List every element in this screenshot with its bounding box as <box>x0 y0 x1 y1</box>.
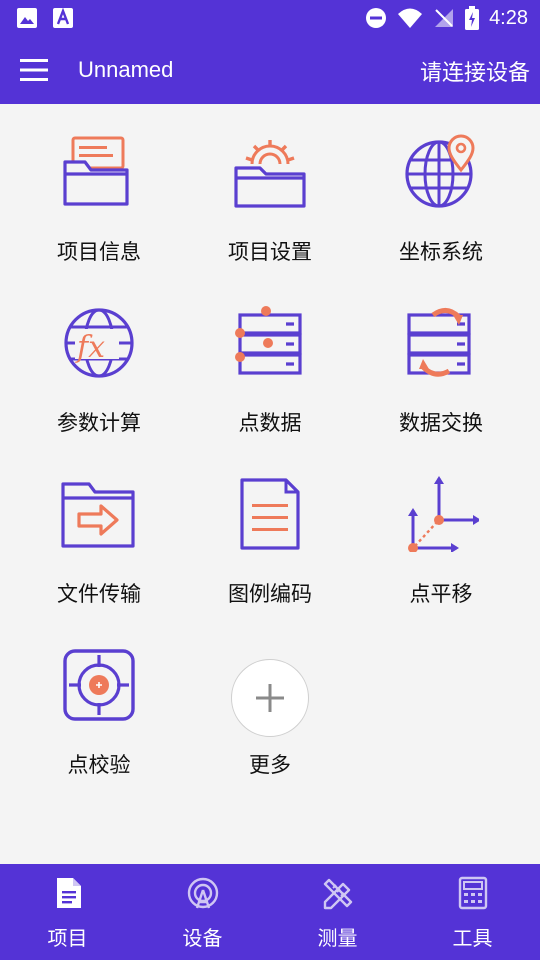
coordinate-system-icon <box>405 134 475 208</box>
parameter-calc-icon: fx <box>64 308 134 378</box>
project-doc-icon <box>56 878 81 908</box>
grid-item-label: 坐标系统 <box>399 240 483 264</box>
file-transfer-icon <box>61 482 135 548</box>
grid-item-label: 图例编码 <box>228 582 312 606</box>
data-exchange-icon <box>407 308 471 377</box>
page-title: Unnamed <box>78 57 174 82</box>
wifi-icon <box>398 8 423 28</box>
grid-item-label: 文件传输 <box>57 582 141 606</box>
project-settings-icon <box>234 140 306 208</box>
grid-item-label: 数据交换 <box>399 411 483 435</box>
grid-item-project-settings[interactable]: 项目设置 <box>185 104 355 274</box>
tab-label: 设备 <box>182 926 223 950</box>
status-time: 4:28 <box>489 6 528 29</box>
grid-item-file-transfer[interactable]: 文件传输 <box>14 446 184 616</box>
grid-item-label: 参数计算 <box>57 411 141 435</box>
grid-item-project-info[interactable]: 项目信息 <box>14 104 184 274</box>
project-info-icon <box>63 136 129 206</box>
point-data-icon <box>235 306 302 375</box>
grid-item-label: 点平移 <box>409 582 473 606</box>
grid-item-label: 项目设置 <box>228 240 312 264</box>
grid-item-more[interactable]: 更多 <box>185 617 355 787</box>
grid-item-label: 更多 <box>249 753 291 777</box>
grid-item-point-translate[interactable]: 点平移 <box>356 446 526 616</box>
plus-icon <box>256 684 284 712</box>
bottom-navigation: 项目 设备 测量 工具 <box>0 864 540 960</box>
tab-device[interactable]: 设备 <box>135 864 270 960</box>
app-bar: Unnamed 请连接设备 <box>0 36 540 104</box>
grid-item-label: 项目信息 <box>57 240 141 264</box>
tab-project[interactable]: 项目 <box>0 864 135 960</box>
point-check-icon <box>63 649 135 721</box>
hamburger-menu-icon[interactable] <box>18 56 50 84</box>
grid-item-legend-code[interactable]: 图例编码 <box>185 446 355 616</box>
tab-label: 测量 <box>317 926 358 950</box>
more-button[interactable] <box>231 659 309 737</box>
legend-code-icon <box>240 478 300 550</box>
do-not-disturb-icon <box>366 8 387 28</box>
battery-icon <box>465 6 480 30</box>
status-bar: 4:28 <box>0 0 540 36</box>
no-signal-icon <box>435 9 454 27</box>
grid-item-point-data[interactable]: 点数据 <box>185 275 355 445</box>
font-notification-icon <box>53 7 73 28</box>
grid-item-parameter-calc[interactable]: fx 参数计算 <box>14 275 184 445</box>
connect-device-button[interactable]: 请连接设备 <box>420 55 530 87</box>
tab-label: 工具 <box>452 926 493 950</box>
svg-text:fx: fx <box>75 330 105 365</box>
tab-survey[interactable]: 测量 <box>270 864 405 960</box>
grid-item-label: 点数据 <box>238 411 302 435</box>
device-antenna-icon <box>187 877 218 909</box>
grid-item-label: 点校验 <box>67 753 131 777</box>
grid-item-coordinate-system[interactable]: 坐标系统 <box>356 104 526 274</box>
survey-pencil-icon <box>323 878 352 910</box>
grid-item-data-exchange[interactable]: 数据交换 <box>356 275 526 445</box>
grid-item-point-check[interactable]: 点校验 <box>14 617 184 787</box>
calculator-icon <box>458 876 487 910</box>
point-translate-icon <box>408 476 479 552</box>
tab-label: 项目 <box>47 926 88 950</box>
gallery-notification-icon <box>17 8 37 28</box>
tab-tools[interactable]: 工具 <box>405 864 540 960</box>
